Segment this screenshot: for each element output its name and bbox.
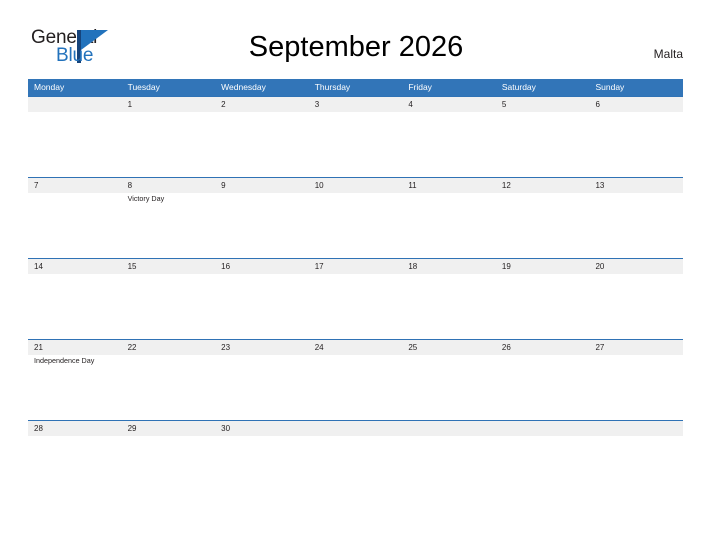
calendar-grid: Monday Tuesday Wednesday Thursday Friday… [28,79,683,501]
day-number[interactable]: 4 [402,97,496,112]
day-number[interactable]: 7 [28,178,122,193]
day-number[interactable]: 21 [28,340,122,355]
day-number[interactable]: 2 [215,97,309,112]
week-row: 1 2 3 4 5 6 [28,96,683,177]
day-event[interactable] [589,112,683,177]
day-event[interactable] [215,193,309,258]
day-number[interactable]: 26 [496,340,590,355]
day-event[interactable] [28,112,122,177]
weekday-saturday: Saturday [501,82,536,92]
day-event[interactable] [215,274,309,339]
day-number[interactable]: 9 [215,178,309,193]
day-number[interactable]: 3 [309,97,403,112]
day-event[interactable] [215,355,309,420]
week-row: 7 8 9 10 11 12 13 Victory Day [28,177,683,258]
day-event[interactable] [122,436,216,501]
day-event[interactable] [122,112,216,177]
day-event[interactable] [589,193,683,258]
week-day-events: Independence Day [28,355,683,420]
day-event[interactable] [402,436,496,501]
day-event[interactable] [496,112,590,177]
week-day-numbers: 1 2 3 4 5 6 [28,97,683,112]
day-event[interactable] [309,436,403,501]
weekday-friday: Friday [408,82,432,92]
day-number[interactable]: 29 [122,421,216,436]
day-number[interactable]: 28 [28,421,122,436]
day-number[interactable]: 1 [122,97,216,112]
day-event[interactable] [309,193,403,258]
day-number[interactable]: 19 [496,259,590,274]
week-row: 21 22 23 24 25 26 27 Independence Day [28,339,683,420]
page-header: General Blue September 2026 Malta [0,0,712,66]
day-event[interactable] [589,355,683,420]
week-day-events [28,436,683,501]
day-number[interactable]: 5 [496,97,590,112]
day-event[interactable] [309,274,403,339]
day-number[interactable]: 20 [589,259,683,274]
day-number[interactable] [496,421,590,436]
day-event[interactable] [28,193,122,258]
day-event[interactable] [309,112,403,177]
weekday-wednesday: Wednesday [221,82,266,92]
day-event[interactable] [402,112,496,177]
day-number[interactable]: 13 [589,178,683,193]
week-day-events [28,274,683,339]
week-row: 14 15 16 17 18 19 20 [28,258,683,339]
weekday-header-row: Monday Tuesday Wednesday Thursday Friday… [28,79,683,96]
weekday-sunday: Sunday [595,82,625,92]
day-number[interactable]: 10 [309,178,403,193]
day-number[interactable]: 24 [309,340,403,355]
day-number[interactable] [402,421,496,436]
day-number[interactable]: 23 [215,340,309,355]
day-event[interactable] [28,436,122,501]
day-event[interactable] [402,274,496,339]
weekday-monday: Monday [34,82,65,92]
day-event[interactable] [589,436,683,501]
week-day-numbers: 7 8 9 10 11 12 13 [28,178,683,193]
day-number[interactable]: 25 [402,340,496,355]
day-number[interactable]: 17 [309,259,403,274]
day-event[interactable] [215,436,309,501]
day-event[interactable]: Independence Day [28,355,122,420]
day-number[interactable]: 14 [28,259,122,274]
day-event[interactable] [28,274,122,339]
day-event[interactable] [496,355,590,420]
day-event[interactable] [402,193,496,258]
day-event[interactable] [122,355,216,420]
day-event[interactable] [496,274,590,339]
week-day-numbers: 28 29 30 [28,421,683,436]
weekday-thursday: Thursday [314,82,351,92]
week-day-numbers: 14 15 16 17 18 19 20 [28,259,683,274]
day-number[interactable]: 16 [215,259,309,274]
day-number[interactable] [589,421,683,436]
day-number[interactable]: 12 [496,178,590,193]
day-event[interactable] [496,193,590,258]
day-event[interactable]: Victory Day [122,193,216,258]
week-row: 28 29 30 [28,420,683,501]
day-number[interactable]: 22 [122,340,216,355]
day-event[interactable] [122,274,216,339]
week-day-numbers: 21 22 23 24 25 26 27 [28,340,683,355]
day-number[interactable]: 27 [589,340,683,355]
weekday-tuesday: Tuesday [127,82,160,92]
day-number[interactable]: 11 [402,178,496,193]
day-number[interactable]: 15 [122,259,216,274]
country-label: Malta [653,47,683,61]
week-day-events [28,112,683,177]
day-number[interactable]: 6 [589,97,683,112]
day-event[interactable] [589,274,683,339]
day-event[interactable] [402,355,496,420]
day-event[interactable] [215,112,309,177]
week-day-events: Victory Day [28,193,683,258]
page-title: September 2026 [248,31,464,63]
day-number[interactable] [309,421,403,436]
day-event[interactable] [309,355,403,420]
day-number[interactable]: 18 [402,259,496,274]
day-number[interactable] [28,97,122,112]
day-event[interactable] [496,436,590,501]
day-number[interactable]: 8 [122,178,216,193]
day-number[interactable]: 30 [215,421,309,436]
